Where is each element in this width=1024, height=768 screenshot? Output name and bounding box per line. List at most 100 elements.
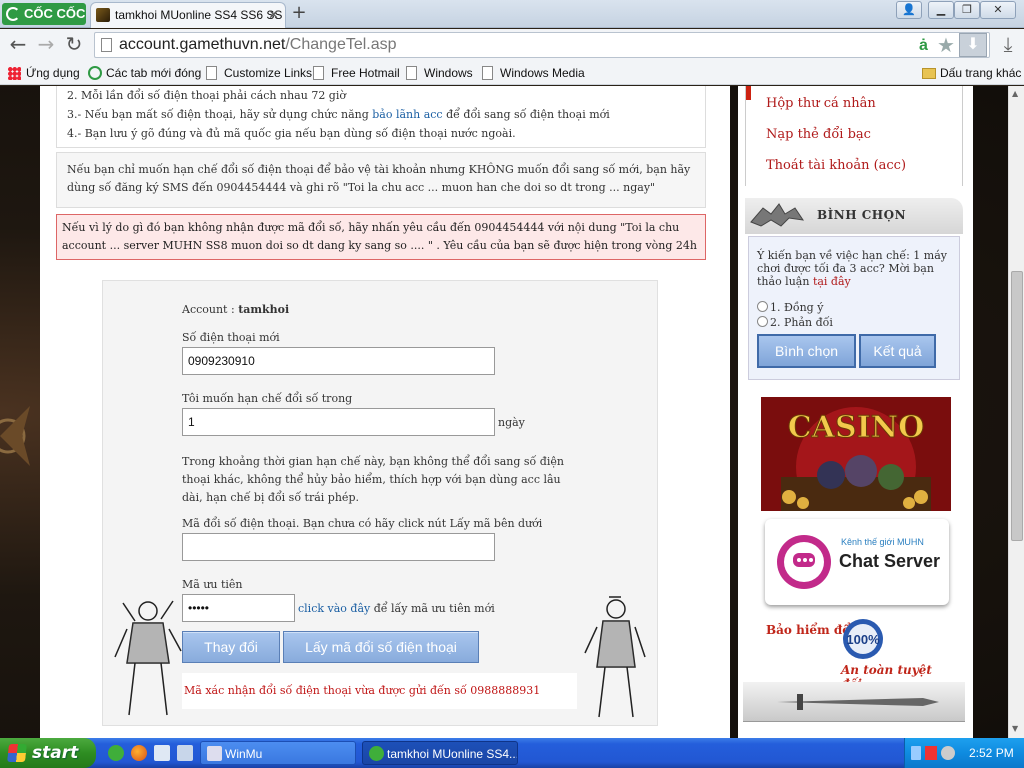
change-phone-form: Account : tamkhoi Số điện thoại mới 0909… xyxy=(102,280,658,726)
coccoc-quicklaunch-icon[interactable] xyxy=(108,745,124,761)
scroll-down-icon[interactable]: ▼ xyxy=(1012,724,1018,733)
coccoc-task-icon xyxy=(369,746,384,761)
coccoc-leaf-icon xyxy=(6,7,20,21)
back-button[interactable]: ← xyxy=(6,33,30,57)
limit-note: Trong khoảng thời gian hạn chế này, bạn … xyxy=(182,455,564,504)
chat-bubble-icon xyxy=(777,535,831,589)
rules-notes: 2. Mỗi lần đổi số điện thoại phải cách n… xyxy=(56,86,706,148)
taskbar-item-browser[interactable]: tamkhoi MUonline SS4... xyxy=(362,741,518,765)
chat-tagline: Kênh thế giới MUHN xyxy=(841,537,924,547)
submit-change-button[interactable]: Thay đổi xyxy=(182,631,280,663)
page-icon xyxy=(313,66,324,80)
vote-radio-disagree[interactable] xyxy=(757,316,768,327)
main-content: 2. Mỗi lần đổi số điện thoại phải cách n… xyxy=(40,86,730,738)
firefox-quicklaunch-icon[interactable] xyxy=(131,745,147,761)
bookmark-recent-tabs[interactable]: Các tab mới đóng xyxy=(88,65,201,81)
browser-tab-active[interactable]: tamkhoi MUonline SS4 SS6 SS ✕ xyxy=(90,2,286,28)
limit-label: Tôi muốn hạn chế đổi số trong xyxy=(182,392,353,405)
guarantee-seal-icon: 100% xyxy=(843,619,883,659)
warrior-sketch-left xyxy=(114,600,182,716)
url-host: account.gamethuvn.net xyxy=(119,36,286,53)
bookmark-star-icon[interactable]: ★ xyxy=(937,35,955,57)
bookmark-free-hotmail[interactable]: Free Hotmail xyxy=(313,65,400,81)
task-label: WinMu xyxy=(225,747,263,761)
start-label: start xyxy=(32,743,79,763)
code-label: Mã đổi số điện thoại. Bạn chưa có hãy cl… xyxy=(182,517,543,530)
logo-text: CỐC CỐC xyxy=(24,6,86,21)
get-priority-link[interactable]: click vào đây xyxy=(298,602,370,615)
taskbar-item-winmu[interactable]: WinMu xyxy=(200,741,356,765)
bookmark-label: Dấu trang khác xyxy=(940,66,1022,80)
topup-link[interactable]: Nạp thẻ đổi bạc xyxy=(766,127,871,142)
bookmark-other[interactable]: Dấu trang khác xyxy=(922,65,1021,81)
bookmark-label: Các tab mới đóng xyxy=(106,66,202,80)
change-code-input[interactable] xyxy=(182,533,495,561)
casino-ad-text: CASINO xyxy=(788,410,924,445)
mu-favicon-icon xyxy=(96,8,110,22)
recent-tabs-icon xyxy=(88,66,102,80)
new-phone-label: Số điện thoại mới xyxy=(182,331,280,344)
red-marker xyxy=(746,86,751,100)
vote-question-text: Ý kiến bạn về việc hạn chế: 1 máy chơi đ… xyxy=(757,249,947,288)
restore-button[interactable]: ❐ xyxy=(954,1,980,19)
inbox-link[interactable]: Hộp thư cá nhân xyxy=(766,96,876,111)
chat-server-ad[interactable]: Kênh thế giới MUHN Chat Server xyxy=(765,519,949,605)
windows-flag-icon xyxy=(7,744,27,762)
clock[interactable]: 2:52 PM xyxy=(969,738,1014,768)
get-code-button[interactable]: Lấy mã đổi số điện thoại xyxy=(283,631,479,663)
scroll-up-icon[interactable]: ▲ xyxy=(1012,89,1018,98)
vote-option-disagree: 2. Phản đối xyxy=(770,316,833,329)
address-bar[interactable]: account.gamethuvn.net/ChangeTel.asp ȧ ★ … xyxy=(94,32,990,58)
page-icon xyxy=(206,66,217,80)
info-box: Nếu bạn chỉ muốn hạn chế đổi số điện tho… xyxy=(56,152,706,208)
bookmark-apps[interactable]: Ứng dụng xyxy=(8,65,80,81)
tab-close-icon[interactable]: ✕ xyxy=(268,3,279,27)
account-label: Account : xyxy=(182,303,239,316)
coccoc-badge-icon[interactable]: ȧ xyxy=(919,35,928,57)
tab-title: tamkhoi MUonline SS4 SS6 SS xyxy=(115,8,283,22)
download-icon[interactable]: ⬇ xyxy=(959,33,987,57)
network-icon[interactable] xyxy=(911,746,921,760)
page-icon xyxy=(406,66,417,80)
account-value: tamkhoi xyxy=(238,303,290,316)
new-tab-button[interactable]: + xyxy=(287,3,311,25)
account-links: Hộp thư cá nhân Nạp thẻ đổi bạc Thoát tà… xyxy=(745,86,963,186)
insurance-ad[interactable]: Bảo hiểm đổi 100% An toàn tuyệt đối xyxy=(766,617,951,691)
priority-code-input[interactable]: ••••• xyxy=(182,594,295,622)
show-desktop-icon[interactable] xyxy=(154,745,170,761)
vote-result-button[interactable]: Kết quả xyxy=(859,334,936,368)
new-phone-input[interactable]: 0909230910 xyxy=(182,347,495,375)
close-window-button[interactable]: ✕ xyxy=(980,1,1016,19)
forward-button[interactable]: → xyxy=(34,33,58,57)
limit-days-input[interactable]: 1 xyxy=(182,408,495,436)
vote-question: Ý kiến bạn về việc hạn chế: 1 máy chơi đ… xyxy=(757,249,953,288)
logout-link[interactable]: Thoát tài khoản (acc) xyxy=(766,158,906,173)
bookmark-windows-media[interactable]: Windows Media xyxy=(482,65,585,81)
casino-ad-banner[interactable]: CASINO xyxy=(761,397,951,511)
vote-discuss-link[interactable]: tại đây xyxy=(813,275,851,288)
antivirus-icon[interactable] xyxy=(925,746,937,760)
status-message: Mã xác nhận đổi số điện thoại vừa được g… xyxy=(182,673,577,709)
scrollbar-thumb[interactable] xyxy=(1011,271,1023,541)
vote-submit-button[interactable]: Bình chọn xyxy=(757,334,856,368)
start-button[interactable]: start xyxy=(0,738,96,768)
volume-icon[interactable] xyxy=(941,746,955,760)
explorer-quicklaunch-icon[interactable] xyxy=(177,745,193,761)
winmu-icon xyxy=(207,746,222,761)
user-profile-icon[interactable]: 👤 xyxy=(896,1,922,19)
priority-link-row: click vào đây để lấy mã ưu tiên mới xyxy=(298,602,495,615)
page-scrollbar[interactable]: ▲ ▼ xyxy=(1008,86,1024,738)
page-icon xyxy=(101,38,112,52)
vote-radio-agree[interactable] xyxy=(757,301,768,312)
bookmark-customize-links[interactable]: Customize Links xyxy=(206,65,312,81)
guarantee-acc-link[interactable]: bảo lãnh acc xyxy=(372,108,442,121)
menu-download-icon[interactable]: ⤓ xyxy=(996,33,1020,57)
priority-label: Mã ưu tiên xyxy=(182,578,243,591)
url-path: /ChangeTel.asp xyxy=(285,36,397,53)
coccoc-logo[interactable]: CỐC CỐC xyxy=(2,3,86,25)
reload-button[interactable]: ↻ xyxy=(62,33,86,57)
page-viewport: 2. Mỗi lần đổi số điện thoại phải cách n… xyxy=(0,86,1008,738)
limit-unit: ngày xyxy=(498,416,525,429)
bookmark-windows[interactable]: Windows xyxy=(406,65,473,81)
minimize-button[interactable]: ▁ xyxy=(928,1,954,19)
